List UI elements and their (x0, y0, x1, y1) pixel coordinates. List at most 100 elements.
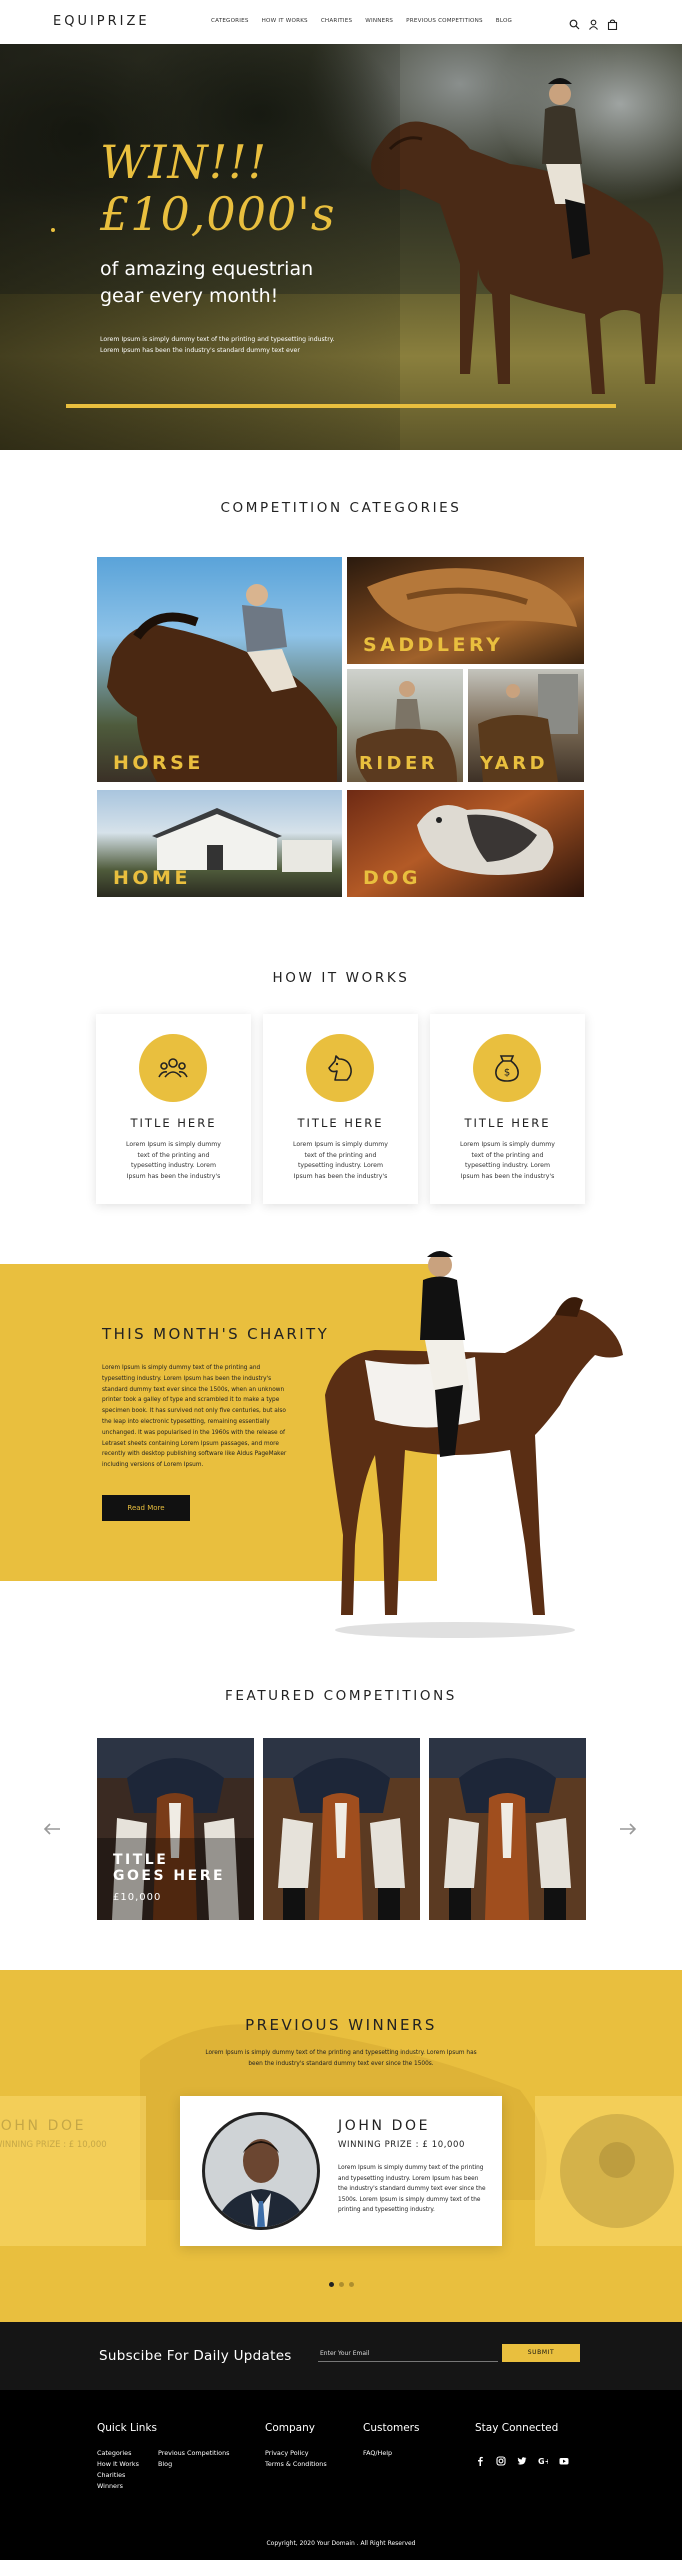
charity-text: Lorem Ipsum is simply dummy text of the … (102, 1365, 287, 1469)
ghost-winner-name: JOHN DOE (0, 2118, 87, 2134)
how-it-works-card-text: Lorem Ipsum is simply dummy text of the … (293, 1141, 388, 1180)
nav-previous-competitions[interactable]: PREVIOUS COMPETITIONS (406, 18, 483, 24)
how-it-works-title: HOW IT WORKS (272, 970, 410, 986)
carousel-dot-active[interactable] (329, 2282, 334, 2287)
facebook-icon[interactable] (475, 2451, 485, 2466)
featured-competition-card[interactable] (429, 1738, 586, 1920)
footer-link-faq[interactable]: FAQ/Help (363, 2448, 392, 2459)
main-nav: CATEGORIES HOW IT WORKS CHARITIES WINNER… (211, 18, 512, 24)
how-it-works-card: $ TITLE HERE Lorem Ipsum is simply dummy… (430, 1014, 585, 1204)
header-icons (569, 15, 618, 31)
footer-quick-links-title: Quick Links (97, 2422, 158, 2434)
footer-customers-title: Customers (363, 2422, 420, 2434)
footer-quick-links-col2: Previous Competitions Blog (158, 2448, 229, 2470)
how-it-works-card: TITLE HERE Lorem Ipsum is simply dummy t… (96, 1014, 251, 1204)
featured-competition-card[interactable] (263, 1738, 420, 1920)
site-header: EQUIPRIZE CATEGORIES HOW IT WORKS CHARIT… (0, 0, 682, 44)
categories-title: COMPETITION CATEGORIES (220, 500, 462, 516)
category-label-yard: YARD (480, 753, 549, 774)
arrow-right-icon[interactable] (618, 1822, 638, 1836)
footer-quick-links-col1: Categories How It Works Charities Winner… (97, 2448, 139, 2492)
footer-company-title: Company (265, 2422, 315, 2434)
category-tile-horse[interactable]: HORSE (97, 557, 342, 782)
user-icon[interactable] (588, 15, 599, 30)
people-icon (158, 1058, 188, 1078)
category-label-home: HOME (113, 867, 191, 889)
featured-card-price: £10,000 (113, 1892, 162, 1903)
dressage-horse-image (429, 1738, 586, 1920)
nav-charities[interactable]: CHARITIES (321, 18, 352, 24)
category-label-horse: HORSE (113, 752, 204, 774)
footer-link-privacy-policy[interactable]: Privacy Policy (265, 2448, 327, 2459)
featured-title: FEATURED COMPETITIONS (225, 1688, 457, 1704)
social-links: G+ (475, 2451, 569, 2466)
footer-link-charities[interactable]: Charities (97, 2470, 139, 2481)
read-more-button[interactable]: Read More (102, 1495, 190, 1521)
hero-headline-line2: £10,000's (100, 187, 336, 241)
dressage-horse-image (263, 1738, 420, 1920)
ghost-winner-prize: WINNING PRIZE : £ 10,000 (0, 2140, 107, 2150)
hero-headline: WIN!!! £10,000's (100, 136, 335, 240)
featured-competition-card[interactable]: TITLE GOES HERE £10,000 (97, 1738, 254, 1920)
footer-company-links: Privacy Policy Terms & Conditions (265, 2448, 327, 2470)
category-label-saddlery: SADDLERY (363, 634, 504, 656)
winner-text: Lorem Ipsum is simply dummy text of the … (338, 2165, 486, 2214)
hero-accent-bar (66, 404, 616, 408)
how-it-works-icon-circle: $ (473, 1034, 541, 1102)
page: EQUIPRIZE CATEGORIES HOW IT WORKS CHARIT… (0, 0, 682, 2560)
youtube-icon[interactable] (559, 2451, 569, 2465)
how-it-works-card-text: Lorem Ipsum is simply dummy text of the … (126, 1141, 221, 1180)
bag-icon[interactable] (607, 15, 618, 31)
winners-title: PREVIOUS WINNERS (245, 2016, 437, 2034)
instagram-icon[interactable] (496, 2451, 506, 2466)
money-bag-icon: $ (495, 1055, 519, 1082)
category-tile-rider[interactable]: RIDER (347, 669, 463, 782)
hero-body-text: Lorem Ipsum is simply dummy text of the … (100, 336, 335, 354)
hero-subtitle: of amazing equestrian gear every month! (100, 258, 314, 307)
search-icon[interactable] (569, 15, 580, 30)
category-tile-yard[interactable]: YARD (468, 669, 584, 782)
nav-winners[interactable]: WINNERS (365, 18, 393, 24)
winner-prize: WINNING PRIZE : £ 10,000 (338, 2140, 466, 2150)
winner-name: JOHN DOE (338, 2118, 431, 2134)
winners-subtitle: Lorem Ipsum is simply dummy text of the … (205, 2050, 477, 2067)
how-it-works-card-text: Lorem Ipsum is simply dummy text of the … (460, 1141, 555, 1180)
featured-card-title-line2: GOES HERE (113, 1868, 226, 1884)
footer-link-categories[interactable]: Categories (97, 2448, 139, 2459)
category-tile-home[interactable]: HOME (97, 790, 342, 897)
nav-how-it-works[interactable]: HOW IT WORKS (262, 18, 308, 24)
footer-social-title: Stay Connected (475, 2422, 559, 2434)
footer-link-blog[interactable]: Blog (158, 2459, 229, 2470)
logo[interactable]: EQUIPRIZE (53, 14, 150, 29)
carousel-dot[interactable] (349, 2282, 354, 2287)
category-tile-dog[interactable]: DOG (347, 790, 584, 897)
footer-link-previous-competitions[interactable]: Previous Competitions (158, 2448, 229, 2459)
how-it-works-icon-circle (139, 1034, 207, 1102)
footer-customers-links: FAQ/Help (363, 2448, 392, 2459)
how-it-works-card-title: TITLE HERE (297, 1116, 384, 1130)
hero-slider-dot[interactable] (51, 228, 55, 232)
hero-overlay (0, 44, 400, 450)
category-tile-saddlery[interactable]: SADDLERY (347, 557, 584, 664)
how-it-works-card: TITLE HERE Lorem Ipsum is simply dummy t… (263, 1014, 418, 1204)
copyright: Copyright, 2020 Your Domain . All Right … (266, 2540, 416, 2547)
twitter-icon[interactable] (517, 2451, 527, 2465)
hero-horse-rider-image (371, 78, 664, 394)
winner-portrait (205, 2115, 317, 2227)
footer-link-how-it-works[interactable]: How It Works (97, 2459, 139, 2470)
google-plus-icon[interactable]: G+ (538, 2451, 551, 2466)
carousel-dot[interactable] (339, 2282, 344, 2287)
how-it-works-card-title: TITLE HERE (464, 1116, 551, 1130)
svg-text:G+: G+ (538, 2457, 548, 2466)
arrow-left-icon[interactable] (42, 1822, 62, 1836)
email-input[interactable] (318, 2345, 498, 2362)
charity-horse-image (325, 1251, 623, 1638)
footer-link-winners[interactable]: Winners (97, 2481, 139, 2492)
category-label-rider: RIDER (359, 753, 439, 774)
winner-photo (202, 2112, 320, 2230)
charity-title: THIS MONTH'S CHARITY (102, 1325, 330, 1343)
nav-categories[interactable]: CATEGORIES (211, 18, 249, 24)
submit-button[interactable]: SUBMIT (502, 2344, 580, 2362)
footer-link-terms[interactable]: Terms & Conditions (265, 2459, 327, 2470)
nav-blog[interactable]: BLOG (496, 18, 512, 24)
